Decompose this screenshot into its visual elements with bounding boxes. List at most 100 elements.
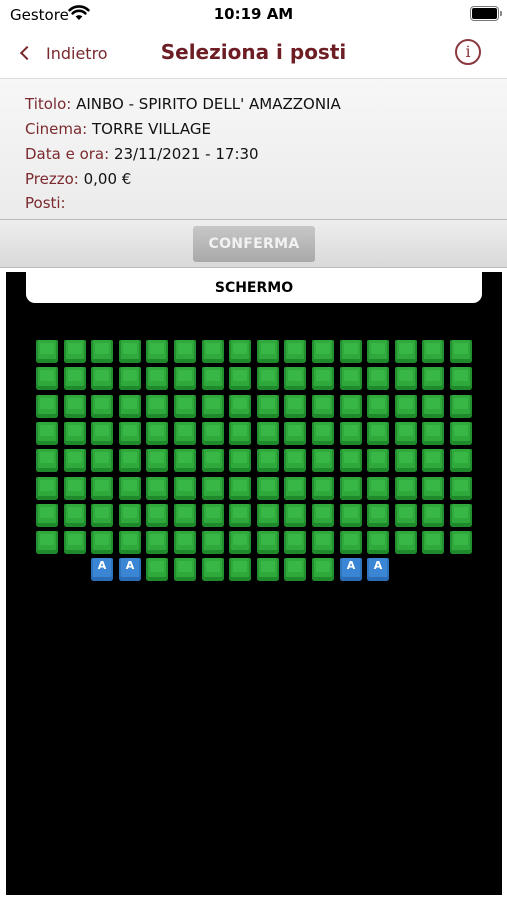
- seat[interactable]: [422, 340, 444, 363]
- seat[interactable]: [202, 449, 224, 472]
- seat[interactable]: [64, 395, 86, 418]
- seat[interactable]: [174, 558, 196, 581]
- seat[interactable]: [257, 531, 279, 554]
- seat[interactable]: [340, 504, 362, 527]
- seat[interactable]: [340, 367, 362, 390]
- seat[interactable]: [146, 395, 168, 418]
- seat[interactable]: [229, 449, 251, 472]
- seat[interactable]: [395, 449, 417, 472]
- seat[interactable]: [284, 531, 306, 554]
- seat[interactable]: [91, 531, 113, 554]
- seat[interactable]: [64, 340, 86, 363]
- seat[interactable]: [312, 531, 334, 554]
- seat[interactable]: [367, 449, 389, 472]
- seat[interactable]: [174, 531, 196, 554]
- seat[interactable]: [174, 504, 196, 527]
- seat[interactable]: [284, 558, 306, 581]
- seat[interactable]: [119, 531, 141, 554]
- seat[interactable]: [202, 422, 224, 445]
- seat[interactable]: [91, 449, 113, 472]
- seat[interactable]: [450, 395, 472, 418]
- seat[interactable]: [395, 477, 417, 500]
- seat[interactable]: [367, 504, 389, 527]
- seat[interactable]: [422, 449, 444, 472]
- seat[interactable]: [395, 367, 417, 390]
- seat[interactable]: [284, 340, 306, 363]
- seat[interactable]: [119, 504, 141, 527]
- seat[interactable]: [174, 395, 196, 418]
- seat[interactable]: [146, 422, 168, 445]
- seat[interactable]: [229, 477, 251, 500]
- seat[interactable]: [422, 504, 444, 527]
- seat[interactable]: [340, 531, 362, 554]
- seat[interactable]: [340, 422, 362, 445]
- accessible-seat[interactable]: A: [367, 558, 389, 581]
- seat[interactable]: [257, 558, 279, 581]
- seat[interactable]: [64, 367, 86, 390]
- seat[interactable]: [202, 340, 224, 363]
- seat[interactable]: [367, 367, 389, 390]
- seat[interactable]: [119, 477, 141, 500]
- seat[interactable]: [64, 477, 86, 500]
- confirm-button[interactable]: CONFERMA: [193, 226, 315, 262]
- seat[interactable]: [229, 367, 251, 390]
- seat[interactable]: [146, 340, 168, 363]
- seat[interactable]: [202, 558, 224, 581]
- seat[interactable]: [36, 367, 58, 390]
- seat[interactable]: [202, 531, 224, 554]
- seat[interactable]: [340, 477, 362, 500]
- seat[interactable]: [174, 477, 196, 500]
- seat[interactable]: [312, 340, 334, 363]
- seat[interactable]: [119, 422, 141, 445]
- seat[interactable]: [422, 395, 444, 418]
- seat[interactable]: [91, 395, 113, 418]
- seat[interactable]: [36, 449, 58, 472]
- seat[interactable]: [229, 340, 251, 363]
- seat[interactable]: [257, 504, 279, 527]
- seat[interactable]: [340, 395, 362, 418]
- seat[interactable]: [340, 449, 362, 472]
- seat[interactable]: [202, 367, 224, 390]
- seat[interactable]: [202, 504, 224, 527]
- seat[interactable]: [174, 449, 196, 472]
- accessible-seat[interactable]: A: [91, 558, 113, 581]
- seat[interactable]: [312, 422, 334, 445]
- seat[interactable]: [395, 531, 417, 554]
- seat[interactable]: [36, 340, 58, 363]
- seat[interactable]: [146, 449, 168, 472]
- seat[interactable]: [395, 395, 417, 418]
- seat[interactable]: [119, 367, 141, 390]
- seat[interactable]: [450, 477, 472, 500]
- info-icon[interactable]: i: [455, 39, 481, 65]
- seat[interactable]: [422, 477, 444, 500]
- seat[interactable]: [174, 340, 196, 363]
- seat[interactable]: [312, 449, 334, 472]
- seat[interactable]: [146, 367, 168, 390]
- seat[interactable]: [146, 504, 168, 527]
- seat[interactable]: [119, 340, 141, 363]
- seat[interactable]: [36, 395, 58, 418]
- seat[interactable]: [450, 367, 472, 390]
- seat[interactable]: [257, 395, 279, 418]
- seat[interactable]: [340, 340, 362, 363]
- seat[interactable]: [422, 422, 444, 445]
- seat[interactable]: [284, 367, 306, 390]
- seat[interactable]: [312, 477, 334, 500]
- seat[interactable]: [395, 340, 417, 363]
- seat[interactable]: [146, 477, 168, 500]
- seat[interactable]: [64, 449, 86, 472]
- seat[interactable]: [367, 340, 389, 363]
- seat[interactable]: [119, 449, 141, 472]
- seat[interactable]: [367, 422, 389, 445]
- seat[interactable]: [312, 504, 334, 527]
- seat[interactable]: [146, 558, 168, 581]
- seat[interactable]: [36, 531, 58, 554]
- seat[interactable]: [450, 340, 472, 363]
- seat[interactable]: [229, 504, 251, 527]
- seat[interactable]: [257, 449, 279, 472]
- seat[interactable]: [91, 367, 113, 390]
- seat[interactable]: [174, 422, 196, 445]
- seat[interactable]: [395, 422, 417, 445]
- seat[interactable]: [229, 558, 251, 581]
- seat[interactable]: [284, 395, 306, 418]
